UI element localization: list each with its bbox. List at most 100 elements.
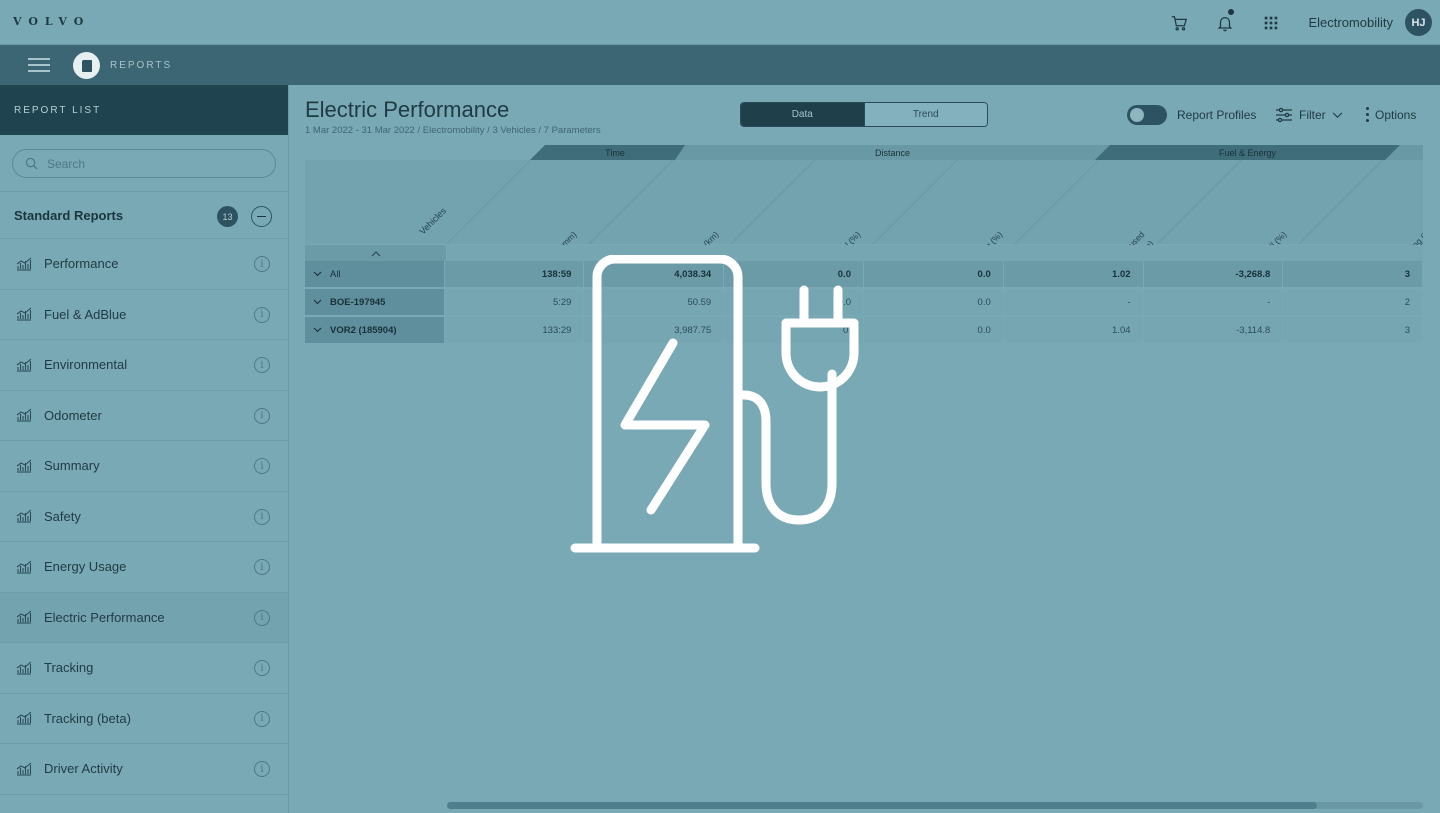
filter-button[interactable]: Filter (1275, 107, 1343, 123)
scrollbar-thumb[interactable] (447, 802, 1317, 809)
info-icon[interactable]: i (254, 256, 270, 272)
ev-charger-icon (570, 255, 859, 553)
report-item-label: Odometer (44, 407, 102, 423)
report-item-summary[interactable]: Summary i (0, 441, 288, 492)
vehicle-cell[interactable]: VOR2 (185904) (305, 317, 444, 343)
chevron-down-icon[interactable] (313, 327, 322, 333)
column-header-area (305, 160, 1423, 244)
chevron-down-icon[interactable] (313, 271, 322, 277)
bar-chart-icon (16, 661, 32, 675)
info-icon[interactable]: i (254, 609, 270, 626)
table-cell: 3 (1283, 317, 1423, 343)
bar-chart-icon (16, 459, 32, 473)
top-bar-actions: Electromobility HJ (1156, 0, 1432, 45)
search-box[interactable] (12, 149, 276, 178)
report-list-header: REPORT LIST (0, 85, 288, 135)
search-icon (25, 157, 38, 170)
report-items-list: Performance i Fuel & AdBlue i Environmental i… (0, 239, 288, 795)
info-icon[interactable]: i (254, 559, 270, 575)
report-item-label: Energy Usage (44, 559, 127, 575)
bar-chart-icon (16, 560, 32, 574)
bar-chart-icon (16, 307, 32, 321)
vehicle-name: All (330, 268, 341, 280)
page-breadcrumb: 1 Mar 2022 - 31 Mar 2022 / Electromobili… (305, 125, 601, 136)
hamburger-menu-icon[interactable] (28, 58, 50, 72)
horizontal-scrollbar[interactable] (447, 802, 1423, 809)
tab-trend[interactable]: Trend (863, 103, 987, 126)
bar-chart-icon (16, 610, 32, 624)
bar-chart-icon (16, 358, 32, 372)
table-cell: -3,114.8 (1143, 317, 1283, 343)
report-count-badge: 13 (217, 206, 238, 227)
report-item-label: Summary (44, 458, 100, 474)
bar-chart-icon (16, 711, 32, 725)
app-grid-icon[interactable] (1248, 0, 1294, 45)
bar-chart-icon (16, 257, 32, 271)
report-item-tracking[interactable]: Tracking i (0, 643, 288, 694)
collapse-group-button[interactable] (251, 206, 272, 227)
report-item-environmental[interactable]: Environmental i (0, 340, 288, 391)
info-icon[interactable]: i (254, 710, 270, 727)
table-cell: 0.0 (863, 289, 1003, 315)
group-title: Standard Reports (14, 207, 124, 223)
page-title: Electric Performance (305, 97, 510, 122)
vehicle-name: BOE-197945 (330, 296, 386, 308)
report-item-odometer[interactable]: Odometer i (0, 391, 288, 441)
info-icon[interactable]: i (254, 306, 270, 323)
vehicle-name: VOR2 (185904) (330, 324, 397, 336)
chevron-down-icon[interactable] (313, 299, 322, 305)
bar-chart-icon (16, 408, 32, 422)
app-title: REPORTS (110, 60, 173, 71)
view-switch: Data Trend (740, 102, 988, 127)
table-cell: 133:29 (444, 317, 584, 343)
notifications-bell-icon[interactable] (1202, 0, 1248, 45)
report-profiles-label: Report Profiles (1177, 108, 1257, 122)
reports-app-icon[interactable] (73, 52, 100, 79)
info-icon[interactable]: i (254, 357, 270, 373)
report-item-safety[interactable]: Safety i (0, 492, 288, 542)
table-cell: 0.0 (863, 261, 1003, 287)
vehicle-cell[interactable]: All (305, 261, 444, 287)
search-container (0, 135, 288, 192)
group-label: Fuel & Energy (1219, 148, 1277, 158)
table-header: TimeDistanceFuel & EnergyVehiclesTotal (… (305, 145, 1423, 265)
options-button[interactable]: Options (1366, 107, 1416, 122)
group-label: Time (605, 148, 625, 158)
filter-label: Filter (1299, 108, 1326, 122)
info-icon[interactable]: i (254, 660, 270, 676)
report-item-fuel-adblue[interactable]: Fuel & AdBlue i (0, 290, 288, 340)
info-icon[interactable]: i (254, 508, 270, 525)
table-cell: -3,268.8 (1143, 261, 1283, 287)
info-icon[interactable]: i (254, 407, 270, 424)
report-profiles-toggle[interactable] (1127, 105, 1167, 125)
report-item-energy-usage[interactable]: Energy Usage i (0, 542, 288, 593)
account-name[interactable]: Electromobility (1308, 15, 1393, 30)
report-item-label: Fuel & AdBlue (44, 306, 127, 322)
app-bar: REPORTS (0, 45, 1440, 85)
top-bar: VOLVO Electromobility HJ (0, 0, 1440, 45)
info-icon[interactable]: i (254, 458, 270, 474)
search-input[interactable] (47, 156, 247, 171)
bar-chart-icon (16, 762, 32, 776)
user-avatar[interactable]: HJ (1405, 9, 1432, 36)
table-cell: 5:29 (444, 289, 584, 315)
standard-reports-group[interactable]: Standard Reports 13 (0, 192, 288, 239)
table-cell: 3 (1283, 261, 1423, 287)
report-item-performance[interactable]: Performance i (0, 239, 288, 290)
table-cell: 2 (1283, 289, 1423, 315)
table-cell: 0.0 (863, 317, 1003, 343)
table-cell: - (1003, 289, 1143, 315)
vehicle-cell[interactable]: BOE-197945 (305, 289, 444, 315)
report-item-label: Environmental (44, 357, 128, 373)
cart-icon[interactable] (1156, 0, 1202, 45)
report-item-label: Driver Activity (44, 761, 123, 777)
report-item-electric-performance[interactable]: Electric Performance i (0, 592, 288, 643)
tab-data[interactable]: Data (741, 103, 864, 126)
table-cell: 138:59 (444, 261, 584, 287)
report-item-tracking-beta[interactable]: Tracking (beta) i (0, 694, 288, 744)
volvo-logo[interactable]: VOLVO (13, 15, 90, 28)
report-item-driver-activity[interactable]: Driver Activity i (0, 744, 288, 795)
info-icon[interactable]: i (254, 761, 270, 777)
group-label: Distance (875, 148, 910, 158)
kebab-menu-icon (1366, 107, 1369, 122)
